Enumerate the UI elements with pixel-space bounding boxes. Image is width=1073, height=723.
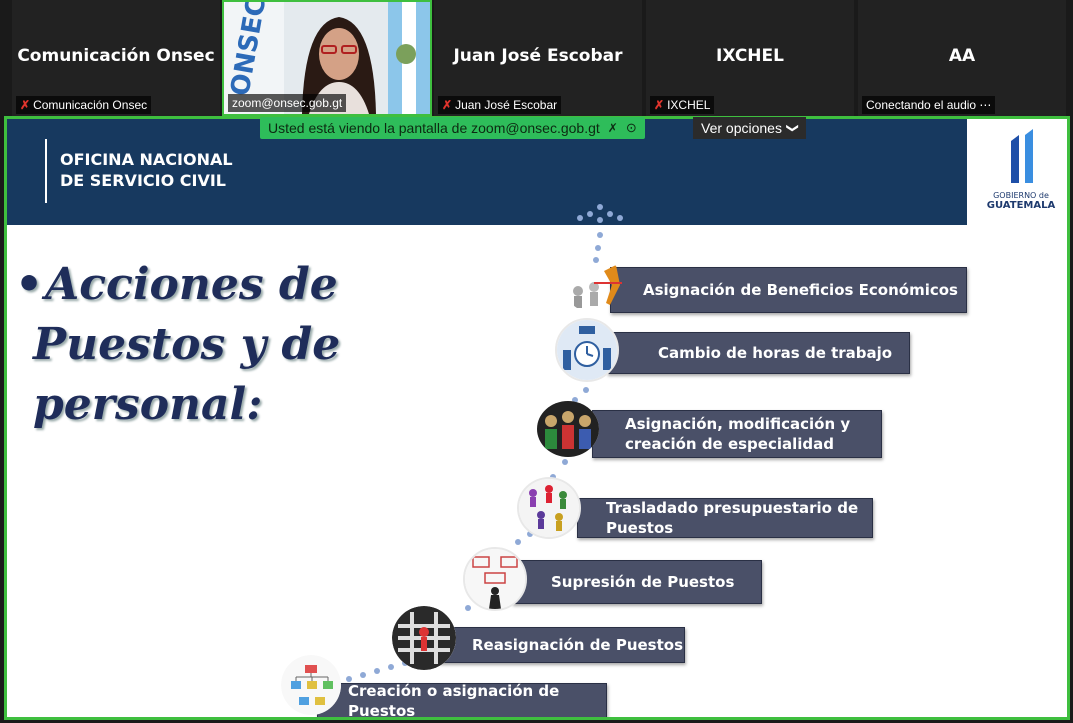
share-banner-text: Usted está viendo la pantalla de zoom@on…: [268, 120, 600, 136]
gobierno-guatemala-logo: GOBIERNO de GUATEMALA: [975, 125, 1067, 221]
heading-line2: Puestos y de: [33, 319, 341, 370]
participant-tile[interactable]: AA Conectando el audio ⋯: [858, 0, 1066, 116]
mic-muted-icon: ✗: [442, 98, 453, 112]
path-dot: [597, 204, 603, 210]
path-dot: [374, 668, 380, 674]
participant-label: ✗ Juan José Escobar: [438, 96, 562, 114]
header-divider: [45, 139, 47, 203]
action-item: Reasignación de Puestos: [439, 627, 685, 663]
org-name-line1: OFICINA NACIONAL: [60, 150, 233, 169]
suppression-image: [463, 547, 527, 611]
action-item-label: Cambio de horas de trabajo: [658, 344, 893, 362]
participant-name: Juan José Escobar: [453, 46, 623, 66]
path-dot: [595, 245, 601, 251]
chevron-down-icon: ❯: [785, 122, 800, 134]
heading-bullet: •: [15, 259, 44, 310]
action-item-label-line2: Puestos: [606, 519, 674, 537]
path-dot: [597, 217, 603, 223]
action-item-label-line2: creación de especialidad: [625, 435, 835, 453]
action-item: Asignación, modificación y creación de e…: [592, 410, 882, 458]
path-dot: [562, 459, 568, 465]
path-dot: [607, 211, 613, 217]
path-dot: [597, 232, 603, 238]
specialty-image: [537, 401, 599, 457]
action-item: Cambio de horas de trabajo: [607, 332, 910, 374]
logo-mark-icon: [1011, 129, 1033, 183]
action-item-label: Creación o asignación de Puestos: [348, 682, 560, 720]
logo-text-line1: GOBIERNO de: [993, 191, 1049, 200]
slide-heading: •Acciones de Puestos y de personal:: [15, 255, 340, 435]
view-options-button[interactable]: Ver opciones ❯: [693, 117, 807, 139]
path-dot: [587, 211, 593, 217]
mic-muted-icon: ✗: [607, 121, 618, 135]
path-dot: [617, 215, 623, 221]
reassignment-image: [392, 606, 456, 670]
status-icon: ⊙: [625, 120, 637, 135]
participant-label-text: Conectando el audio ⋯: [866, 98, 992, 112]
path-dot: [465, 605, 471, 611]
shared-screen: OFICINA NACIONAL DE SERVICIO CIVIL GOBIE…: [4, 116, 1070, 720]
path-dot: [388, 664, 394, 670]
heading-line3: personal:: [33, 379, 263, 430]
action-item: Asignación de Beneficios Económicos: [610, 267, 967, 313]
action-item: Supresión de Puestos: [512, 560, 762, 604]
action-item-label: Supresión de Puestos: [551, 573, 735, 591]
action-item-label: Asignación de Beneficios Económicos: [643, 281, 958, 299]
participant-label: ✗ Comunicación Onsec: [16, 96, 152, 114]
creation-image: [281, 655, 341, 715]
action-item-label: Reasignación de Puestos: [472, 636, 684, 654]
org-name-line2: DE SERVICIO CIVIL: [60, 171, 226, 190]
path-dot: [577, 215, 583, 221]
benefits-image: [564, 257, 624, 313]
action-item-label-line1: Trasladado presupuestario de: [606, 499, 859, 517]
participant-tile[interactable]: Juan José Escobar ✗ Juan José Escobar: [434, 0, 642, 116]
view-options-label: Ver opciones: [701, 120, 782, 136]
participant-label-text: IXCHEL: [667, 98, 711, 112]
participant-name: IXCHEL: [716, 46, 784, 66]
participant-tile[interactable]: IXCHEL ✗ IXCHEL: [646, 0, 854, 116]
path-dot: [583, 387, 589, 393]
heading-line1: Acciones de: [45, 259, 338, 310]
action-item-label-line1: Asignación, modificación y: [625, 415, 851, 433]
participant-name: Comunicación Onsec: [17, 46, 215, 66]
participant-label-text: zoom@onsec.gob.gt: [232, 96, 343, 110]
participant-video-tile[interactable]: ONSEC zoom@onsec.gob.gt: [222, 0, 432, 116]
mic-muted-icon: ✗: [20, 98, 31, 112]
participant-name: AA: [948, 46, 976, 66]
screen-share-banner: Usted está viendo la pantalla de zoom@on…: [260, 117, 645, 139]
participant-label-text: Comunicación Onsec: [33, 98, 148, 112]
action-item: Trasladado presupuestario de Puestos: [577, 498, 873, 538]
org-name: OFICINA NACIONAL DE SERVICIO CIVIL: [60, 149, 233, 191]
participant-label: Conectando el audio ⋯: [862, 96, 996, 114]
schedule-image: [555, 318, 619, 382]
participant-label: ✗ IXCHEL: [650, 96, 715, 114]
mic-muted-icon: ✗: [654, 98, 665, 112]
participant-tile[interactable]: Comunicación Onsec ✗ Comunicación Onsec: [12, 0, 220, 116]
participant-label: zoom@onsec.gob.gt: [228, 94, 347, 112]
action-item: Creación o asignación de Puestos: [317, 682, 607, 720]
path-dot: [515, 539, 521, 545]
path-dot: [360, 672, 366, 678]
budget-transfer-image: [517, 477, 581, 539]
participant-label-text: Juan José Escobar: [455, 98, 558, 112]
logo-text-line2: GUATEMALA: [986, 200, 1056, 211]
